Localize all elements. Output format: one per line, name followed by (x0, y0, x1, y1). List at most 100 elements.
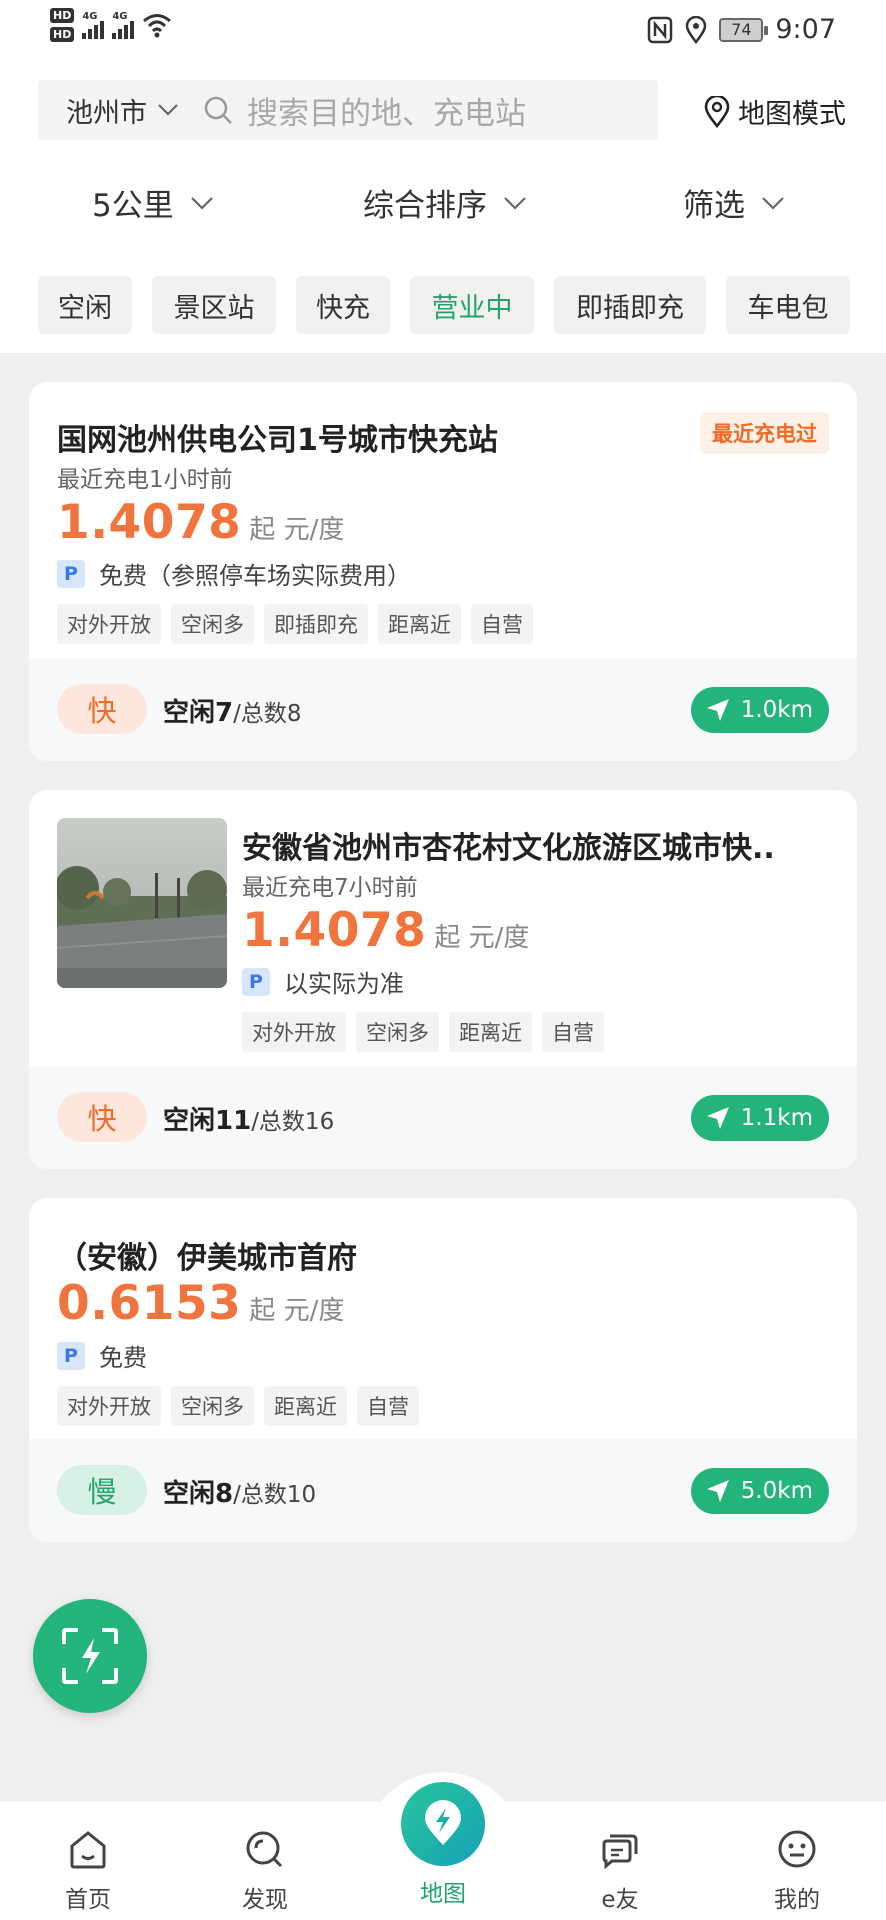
home-icon (70, 1831, 106, 1869)
price-value: 0.6153 (57, 1276, 242, 1331)
recent-charged-badge: 最近充电过 (700, 412, 829, 454)
idle-count: 空闲7 (163, 698, 234, 728)
tag: 空闲多 (171, 604, 254, 644)
distance-label: 5.0km (740, 1478, 813, 1504)
tab-home-label: 首页 (65, 1887, 111, 1913)
chevron-down-icon (504, 196, 526, 210)
parking-fee: 免费 (99, 1344, 147, 1372)
tag: 对外开放 (57, 604, 161, 644)
distance-filter[interactable]: 5公里 (92, 180, 214, 225)
signal-1-icon: 4G (82, 11, 105, 39)
city-label: 池州市 (66, 97, 147, 129)
sort-filter-label: 综合排序 (363, 188, 487, 224)
tag: 空闲多 (356, 1012, 439, 1052)
chip-plug-and-charge[interactable]: 即插即充 (554, 276, 706, 334)
parking-icon: P (57, 1341, 85, 1370)
station-card[interactable]: 国网池州供电公司1号城市快充站 最近充电过 最近充电1小时前 1.4078 起 … (29, 382, 857, 761)
price-unit: 起 元/度 (249, 515, 345, 545)
distance-label: 1.0km (740, 697, 813, 723)
profile-icon (778, 1830, 816, 1868)
navigate-button[interactable]: 1.1km (690, 1095, 829, 1141)
discover-icon (246, 1831, 283, 1868)
chip-idle[interactable]: 空闲 (38, 276, 132, 334)
tag: 对外开放 (242, 1012, 346, 1052)
tab-efriends[interactable]: e友 (565, 1828, 675, 1914)
distance-label: 1.1km (740, 1105, 813, 1131)
availability: 空闲11 /总数16 (163, 1100, 334, 1137)
location-pin-icon (704, 95, 730, 128)
more-filter[interactable]: 筛选 (683, 180, 785, 225)
map-charge-icon (425, 1800, 461, 1845)
search-input[interactable]: 搜索目的地、充电站 (203, 88, 526, 133)
location-status-icon (686, 15, 707, 44)
chevron-down-icon (190, 196, 213, 210)
chip-scenic[interactable]: 景区站 (152, 276, 276, 334)
distance-filter-label: 5公里 (92, 188, 174, 224)
status-right: 74 9:07 (647, 14, 836, 45)
tag: 自营 (542, 1012, 604, 1052)
last-charge-time: 最近充电7小时前 (242, 875, 418, 901)
availability: 空闲8 /总数10 (163, 1473, 316, 1510)
speed-badge: 慢 (57, 1465, 147, 1515)
hd1-badge: HD (50, 8, 75, 23)
price-row: 1.4078 起 元/度 (242, 903, 529, 958)
station-name: （安徽）伊美城市首府 (57, 1241, 357, 1276)
scan-charge-icon (62, 1628, 118, 1684)
status-left: HD HD 4G 4G (50, 8, 172, 42)
station-name: 国网池州供电公司1号城市快充站 (57, 423, 498, 458)
wifi-icon (143, 14, 172, 38)
tab-efriends-label: e友 (601, 1887, 639, 1913)
tag: 即插即充 (264, 604, 368, 644)
navigate-button[interactable]: 1.0km (690, 687, 829, 733)
tag: 自营 (471, 604, 533, 644)
city-selector[interactable]: 池州市 (66, 91, 179, 130)
search-icon (204, 96, 232, 124)
navigation-arrow-icon (706, 699, 729, 721)
clock: 9:07 (775, 14, 836, 45)
quick-filter-chips: 空闲 景区站 快充 营业中 即插即充 车电包 (38, 276, 850, 334)
station-photo-image (57, 818, 227, 988)
station-tags: 对外开放 空闲多 距离近 自营 (242, 1012, 604, 1052)
map-center-button[interactable] (401, 1782, 485, 1866)
total-count: /总数8 (233, 701, 302, 727)
availability: 空闲7 /总数8 (163, 692, 301, 729)
speed-badge: 快 (57, 1092, 147, 1142)
price-row: 0.6153 起 元/度 (57, 1276, 344, 1331)
parking-row: P 免费 (57, 1338, 147, 1373)
status-bar: HD HD 4G 4G 74 9:07 (0, 0, 886, 64)
station-card[interactable]: （安徽）伊美城市首府 0.6153 起 元/度 P 免费 对外开放 空闲多 距离… (29, 1198, 857, 1542)
tab-mine-label: 我的 (774, 1887, 820, 1913)
station-photo (57, 818, 227, 988)
parking-fee: 以实际为准 (284, 970, 404, 998)
map-mode-label: 地图模式 (738, 99, 846, 130)
tag: 距离近 (378, 604, 461, 644)
scan-charge-button[interactable] (33, 1599, 147, 1713)
map-mode-button[interactable]: 地图模式 (704, 92, 846, 131)
tab-home[interactable]: 首页 (33, 1828, 143, 1914)
chip-battery-pack[interactable]: 车电包 (726, 276, 850, 334)
sort-filter[interactable]: 综合排序 (363, 180, 527, 225)
search-bar[interactable]: 池州市 搜索目的地、充电站 (38, 80, 658, 140)
idle-count: 空闲8 (163, 1479, 234, 1509)
navigation-arrow-icon (706, 1107, 729, 1129)
station-card[interactable]: 安徽省池州市杏花村文化旅游区城市快.. 最近充电7小时前 1.4078 起 元/… (29, 790, 857, 1169)
parking-row: P 免费（参照停车场实际费用） (57, 556, 411, 591)
tag: 距离近 (264, 1386, 347, 1426)
price-row: 1.4078 起 元/度 (57, 495, 344, 550)
chip-fast[interactable]: 快充 (296, 276, 390, 334)
more-filter-label: 筛选 (683, 188, 745, 224)
tab-map-label: 地图 (420, 1881, 466, 1907)
navigate-button[interactable]: 5.0km (690, 1468, 829, 1514)
total-count: /总数16 (251, 1109, 335, 1135)
tab-discover-label: 发现 (242, 1887, 288, 1913)
tab-map[interactable]: 地图 (388, 1868, 498, 1908)
filter-row: 5公里 综合排序 筛选 (0, 180, 886, 236)
station-name: 安徽省池州市杏花村文化旅游区城市快.. (242, 831, 775, 866)
tab-mine[interactable]: 我的 (742, 1828, 852, 1914)
hd2-badge: HD (50, 27, 75, 42)
chip-open[interactable]: 营业中 (410, 276, 534, 334)
idle-count: 空闲11 (163, 1106, 252, 1136)
tab-discover[interactable]: 发现 (210, 1828, 320, 1914)
tag: 对外开放 (57, 1386, 161, 1426)
card-footer: 慢 空闲8 /总数10 5.0km (29, 1439, 857, 1542)
